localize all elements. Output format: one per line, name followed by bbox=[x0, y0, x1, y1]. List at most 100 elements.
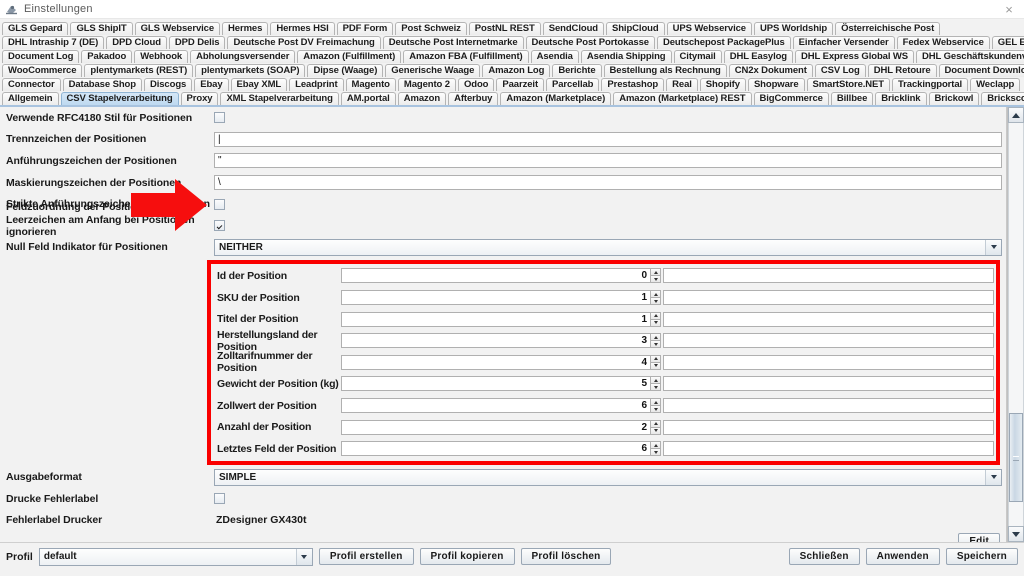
tab-deutschepost-packageplus[interactable]: Deutschepost PackagePlus bbox=[656, 36, 791, 49]
tab-amazon-marketplace[interactable]: Amazon (Marketplace) bbox=[500, 92, 612, 105]
apply-button[interactable]: Anwenden bbox=[865, 548, 940, 565]
tab-parcellab[interactable]: Parcellab bbox=[546, 78, 600, 91]
tab-csv-log[interactable]: CSV Log bbox=[814, 64, 866, 77]
vertical-scrollbar[interactable] bbox=[1007, 107, 1024, 542]
position-last-field-spinner[interactable]: 6 bbox=[341, 441, 661, 457]
position-country-of-origin-spinner[interactable]: 3 bbox=[341, 333, 661, 349]
spinner-value[interactable]: 1 bbox=[341, 311, 650, 327]
tab-dhl-intraship-7-de[interactable]: DHL Intraship 7 (DE) bbox=[2, 36, 105, 49]
positions-quote-field[interactable]: " bbox=[214, 153, 1002, 169]
position-quantity-spinner[interactable]: 2 bbox=[341, 419, 661, 435]
tab-allgemein[interactable]: Allgemein bbox=[2, 92, 59, 105]
position-tariff-number-spinner[interactable]: 4 bbox=[341, 354, 661, 370]
spinner-value[interactable]: 0 bbox=[341, 268, 650, 284]
tab-bricklink[interactable]: Bricklink bbox=[875, 92, 927, 105]
tab-dpd-cloud[interactable]: DPD Cloud bbox=[106, 36, 167, 49]
spinner-value[interactable]: 5 bbox=[341, 376, 650, 392]
spinner-down-icon[interactable] bbox=[650, 406, 661, 414]
spinner-value[interactable]: 3 bbox=[341, 333, 650, 349]
tab-odoo[interactable]: Odoo bbox=[457, 78, 495, 91]
tab-berichte[interactable]: Berichte bbox=[552, 64, 602, 77]
tab-deutsche-post-internetmarke[interactable]: Deutsche Post Internetmarke bbox=[382, 36, 524, 49]
spinner-up-icon[interactable] bbox=[650, 419, 661, 428]
tab-weclapp[interactable]: Weclapp bbox=[970, 78, 1021, 91]
tab-dhl-easylog[interactable]: DHL Easylog bbox=[723, 50, 794, 63]
tab-shopify[interactable]: Shopify bbox=[699, 78, 746, 91]
tab-document-downloader[interactable]: Document Downloader bbox=[938, 64, 1024, 77]
tab-sendcloud[interactable]: SendCloud bbox=[542, 22, 604, 35]
tab-fedex-webservice[interactable]: Fedex Webservice bbox=[896, 36, 990, 49]
positions-escape-field[interactable]: \ bbox=[214, 175, 1002, 191]
tab-afterbuy[interactable]: Afterbuy bbox=[448, 92, 499, 105]
tab-amazon-fulfillment[interactable]: Amazon (Fulfillment) bbox=[297, 50, 402, 63]
tab-prestashop[interactable]: Prestashop bbox=[601, 78, 665, 91]
tab-hermes-hsi[interactable]: Hermes HSI bbox=[270, 22, 335, 35]
tab-billbee[interactable]: Billbee bbox=[830, 92, 874, 105]
rfc4180-style-checkbox[interactable] bbox=[214, 112, 225, 124]
tab-webhook[interactable]: Webhook bbox=[134, 50, 189, 63]
tab-einfacher-versender[interactable]: Einfacher Versender bbox=[792, 36, 895, 49]
tab-dhl-retoure[interactable]: DHL Retoure bbox=[867, 64, 937, 77]
tab-deutsche-post-dv-freimachung[interactable]: Deutsche Post DV Freimachung bbox=[227, 36, 381, 49]
field-mapping-extra-field[interactable] bbox=[663, 419, 994, 435]
position-title-spinner[interactable]: 1 bbox=[341, 311, 661, 327]
tab-brickowl[interactable]: Brickowl bbox=[928, 92, 980, 105]
spinner-up-icon[interactable] bbox=[650, 333, 661, 342]
tab-magento-2[interactable]: Magento 2 bbox=[397, 78, 456, 91]
edit-button[interactable]: Edit bbox=[958, 533, 1000, 542]
spinner-value[interactable]: 6 bbox=[341, 441, 650, 457]
tab-dipse-waage[interactable]: Dipse (Waage) bbox=[307, 64, 384, 77]
field-mapping-extra-field[interactable] bbox=[663, 376, 994, 392]
tab-ups-webservice[interactable]: UPS Webservice bbox=[666, 22, 752, 35]
spinner-up-icon[interactable] bbox=[650, 441, 661, 450]
tab-csv-stapelverarbeitung[interactable]: CSV Stapelverarbeitung bbox=[60, 92, 179, 105]
tab-trackingportal[interactable]: Trackingportal bbox=[892, 78, 969, 91]
tab-bigcommerce[interactable]: BigCommerce bbox=[753, 92, 829, 105]
tab-dhl-gesch-ftskundenversand[interactable]: DHL Geschäftskundenversand bbox=[916, 50, 1024, 63]
output-format-combo[interactable]: SIMPLE bbox=[214, 468, 1002, 486]
spinner-down-icon[interactable] bbox=[650, 362, 661, 370]
tab-shipcloud[interactable]: ShipCloud bbox=[605, 22, 665, 35]
spinner-up-icon[interactable] bbox=[650, 290, 661, 299]
tab-paarzeit[interactable]: Paarzeit bbox=[496, 78, 545, 91]
position-customs-value-spinner[interactable]: 6 bbox=[341, 398, 661, 414]
tab-ebay[interactable]: Ebay bbox=[194, 78, 229, 91]
tab-magento[interactable]: Magento bbox=[345, 78, 396, 91]
tab-gls-gepard[interactable]: GLS Gepard bbox=[2, 22, 69, 35]
tab-asendia[interactable]: Asendia bbox=[530, 50, 579, 63]
scrollbar-track[interactable] bbox=[1008, 123, 1024, 526]
field-mapping-extra-field[interactable] bbox=[663, 354, 994, 370]
spinner-value[interactable]: 6 bbox=[341, 398, 650, 414]
spinner-down-icon[interactable] bbox=[650, 427, 661, 435]
tab-abholungsversender[interactable]: Abholungsversender bbox=[190, 50, 296, 63]
ignore-leading-whitespace-checkbox[interactable] bbox=[214, 220, 225, 232]
tab-amazon-fba-fulfillment[interactable]: Amazon FBA (Fulfillment) bbox=[403, 50, 529, 63]
tab-post-schweiz[interactable]: Post Schweiz bbox=[395, 22, 467, 35]
field-mapping-extra-field[interactable] bbox=[663, 333, 994, 349]
tab-connector[interactable]: Connector bbox=[2, 78, 61, 91]
spinner-up-icon[interactable] bbox=[650, 354, 661, 363]
spinner-down-icon[interactable] bbox=[650, 449, 661, 457]
tab-deutsche-post-portokasse[interactable]: Deutsche Post Portokasse bbox=[525, 36, 655, 49]
chevron-down-icon[interactable] bbox=[985, 239, 1001, 255]
tab-ebay-xml[interactable]: Ebay XML bbox=[230, 78, 288, 91]
tab-cn2x-dokument[interactable]: CN2x Dokument bbox=[728, 64, 813, 77]
tab-hermes[interactable]: Hermes bbox=[222, 22, 269, 35]
spinner-up-icon[interactable] bbox=[650, 376, 661, 385]
field-mapping-extra-field[interactable] bbox=[663, 441, 994, 457]
tab-asendia-shipping[interactable]: Asendia Shipping bbox=[580, 50, 672, 63]
copy-profile-button[interactable]: Profil kopieren bbox=[419, 548, 515, 565]
field-mapping-extra-field[interactable] bbox=[663, 398, 994, 414]
tab-ups-worldship[interactable]: UPS Worldship bbox=[754, 22, 834, 35]
tab-plentymarkets-soap[interactable]: plentymarkets (SOAP) bbox=[195, 64, 306, 77]
create-profile-button[interactable]: Profil erstellen bbox=[318, 548, 414, 565]
strict-quotes-checkbox[interactable] bbox=[214, 198, 225, 210]
spinner-down-icon[interactable] bbox=[650, 384, 661, 392]
print-error-label-checkbox[interactable] bbox=[214, 493, 225, 505]
tab-gls-shipit[interactable]: GLS ShipIT bbox=[70, 22, 133, 35]
position-sku-spinner[interactable]: 1 bbox=[341, 290, 661, 306]
tab-dhl-express-global-ws[interactable]: DHL Express Global WS bbox=[795, 50, 915, 63]
tab-amazon-marketplace-rest[interactable]: Amazon (Marketplace) REST bbox=[613, 92, 752, 105]
spinner-value[interactable]: 2 bbox=[341, 419, 650, 435]
tab-plentymarkets-rest[interactable]: plentymarkets (REST) bbox=[84, 64, 194, 77]
